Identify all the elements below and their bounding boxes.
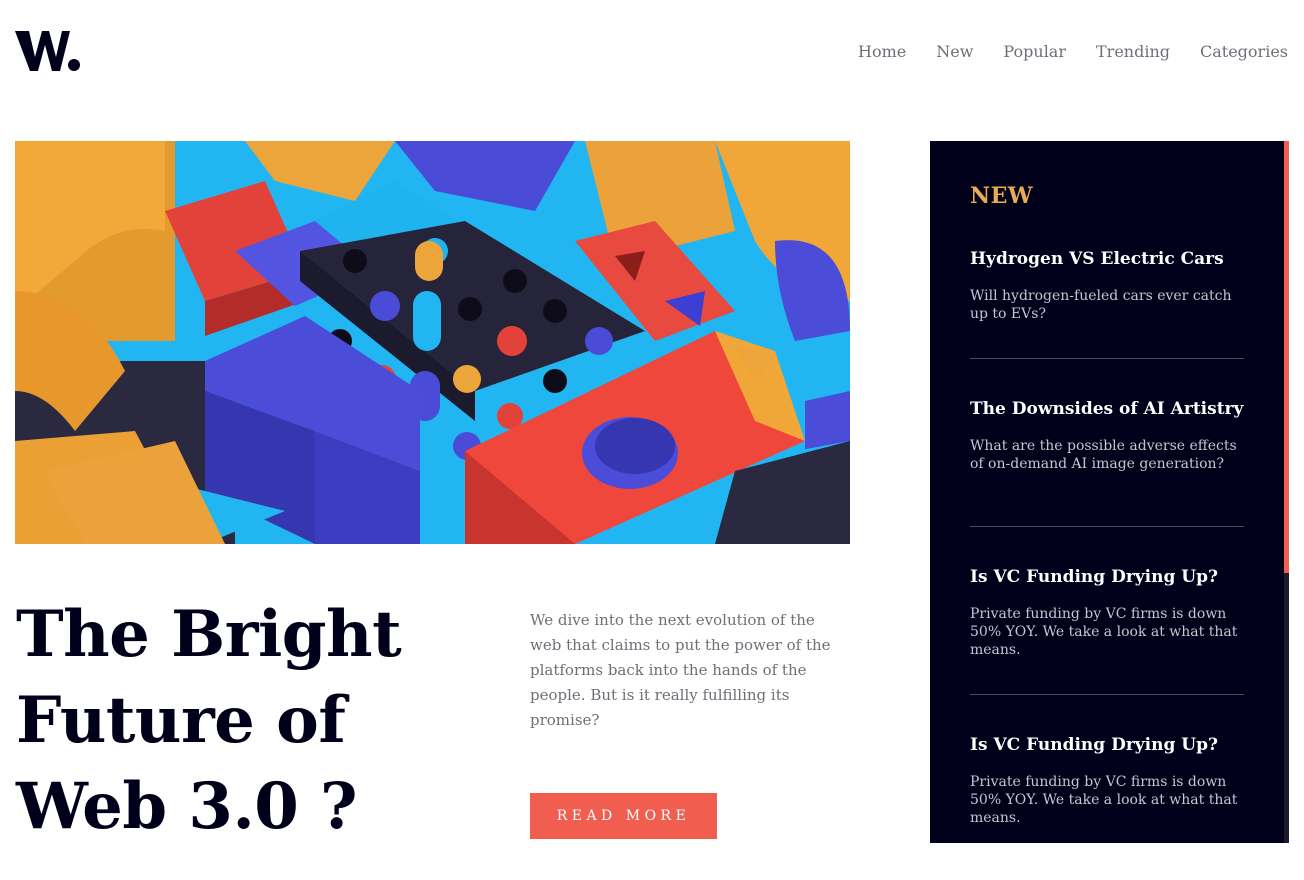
logo[interactable] <box>15 27 81 73</box>
sidebar-article[interactable]: Is VC Funding Drying Up? Private funding… <box>970 735 1245 827</box>
sidebar-article[interactable]: Is VC Funding Drying Up? Private funding… <box>970 567 1245 659</box>
article-lead: We dive into the next evolution of the w… <box>530 611 831 729</box>
sidebar-article-title[interactable]: Hydrogen VS Electric Cars <box>970 249 1245 269</box>
sidebar-article[interactable]: The Downsides of AI Artistry What are th… <box>970 399 1245 473</box>
sidebar-article[interactable]: Hydrogen VS Electric Cars Will hydrogen-… <box>970 249 1245 323</box>
sidebar-article-summary: Will hydrogen-fueled cars ever catch up … <box>970 288 1232 322</box>
sidebar-scrollbar[interactable] <box>1284 141 1289 843</box>
nav-new[interactable]: New <box>936 42 973 61</box>
logo-mark <box>15 31 80 71</box>
nav-home[interactable]: Home <box>858 42 906 61</box>
nav-trending[interactable]: Trending <box>1096 42 1170 61</box>
read-more-button[interactable]: READ MORE <box>530 793 717 839</box>
divider <box>970 694 1244 695</box>
nav-categories[interactable]: Categories <box>1200 42 1288 61</box>
article-title: The Bright Future of Web 3.0 ? <box>16 597 402 844</box>
main-nav: Home New Popular Trending Categories <box>858 42 1288 61</box>
abstract-3d-blocks-image <box>15 141 850 544</box>
sidebar-article-title[interactable]: Is VC Funding Drying Up? <box>970 735 1245 755</box>
divider <box>970 358 1244 359</box>
nav-popular[interactable]: Popular <box>1003 42 1066 61</box>
sidebar-article-summary: Private funding by VC firms is down 50% … <box>970 774 1238 826</box>
sidebar-article-summary: Private funding by VC firms is down 50% … <box>970 606 1238 658</box>
hero-image <box>15 141 850 544</box>
sidebar-article-summary: What are the possible adverse effects of… <box>970 438 1237 472</box>
sidebar-scrollbar-thumb[interactable] <box>1284 141 1289 573</box>
sidebar-article-title[interactable]: Is VC Funding Drying Up? <box>970 567 1245 587</box>
sidebar-article-title[interactable]: The Downsides of AI Artistry <box>970 399 1245 419</box>
sidebar-heading: NEW <box>970 183 1034 209</box>
new-articles-sidebar[interactable]: NEW Hydrogen VS Electric Cars Will hydro… <box>930 141 1289 843</box>
divider <box>970 526 1244 527</box>
